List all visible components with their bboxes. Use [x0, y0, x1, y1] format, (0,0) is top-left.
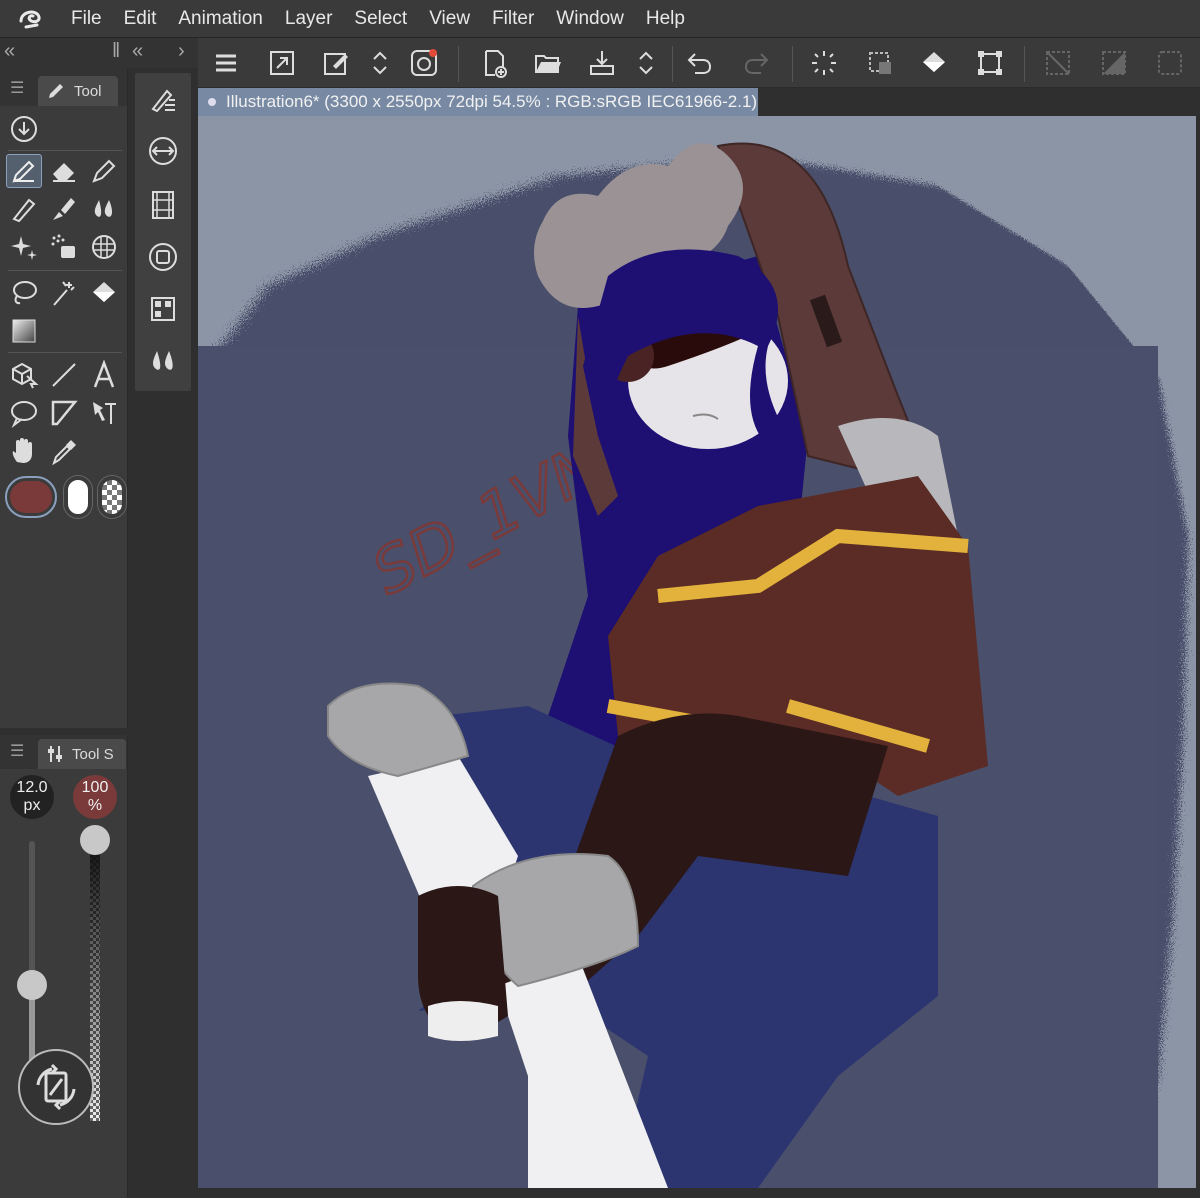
brush-icon[interactable] — [46, 192, 82, 226]
opacity-value: 100 — [81, 779, 109, 796]
invert-selection-icon[interactable] — [1094, 43, 1134, 83]
canvas-tab[interactable]: Illustration6* (3300 x 2550px 72dpi 54.5… — [198, 88, 758, 116]
blend-icon[interactable] — [86, 192, 122, 226]
magic-wand-icon[interactable] — [46, 276, 82, 310]
brush-size-value: 12.0 — [16, 779, 48, 796]
loading-spinner-icon[interactable] — [804, 43, 844, 83]
brush-size-badge[interactable]: 12.0 px — [10, 775, 54, 819]
sub-tool-strip — [135, 73, 191, 391]
collapse-left-icon[interactable]: « — [132, 40, 143, 63]
gradient-icon[interactable] — [6, 314, 42, 348]
fit-canvas-icon[interactable] — [262, 43, 302, 83]
sync-settings-button[interactable] — [18, 1049, 94, 1125]
sub-color-swatch[interactable] — [64, 476, 92, 518]
hand-icon[interactable] — [6, 434, 42, 468]
menu-help[interactable]: Help — [635, 0, 696, 38]
clear-selection-icon[interactable] — [1038, 43, 1078, 83]
canvas-bottom-strip — [198, 1188, 1200, 1198]
color-set-icon[interactable] — [143, 289, 183, 329]
brush-size-slider-knob[interactable] — [17, 970, 47, 1000]
menu-bar: File Edit Animation Layer Select View Fi… — [0, 0, 1200, 38]
sync-icon — [36, 1063, 76, 1111]
pen-icon — [49, 84, 63, 98]
tool-property-palette: ☰ Tool S 12.0 px 100 % — [0, 735, 128, 1198]
palette-menu-icon[interactable]: ☰ — [10, 78, 24, 98]
expand-right-icon[interactable]: › — [178, 40, 185, 63]
menu-layer[interactable]: Layer — [274, 0, 344, 38]
canvas-area[interactable]: SD_1VN — [198, 116, 1200, 1188]
menu-file[interactable]: File — [60, 0, 113, 38]
collapse-left-icon[interactable]: « — [4, 40, 15, 63]
line-icon[interactable] — [46, 358, 82, 392]
menu-select[interactable]: Select — [343, 0, 418, 38]
tool-property-tab-bar: ☰ Tool S — [0, 735, 127, 769]
opacity-badge[interactable]: 100 % — [73, 775, 117, 819]
timeline-film-icon[interactable] — [143, 185, 183, 225]
opacity-slider-knob[interactable] — [80, 825, 110, 855]
selection-border-icon[interactable] — [1150, 43, 1190, 83]
menu-edit[interactable]: Edit — [113, 0, 168, 38]
command-bar — [198, 38, 1200, 88]
save-icon[interactable] — [582, 43, 622, 83]
pen-icon[interactable] — [6, 154, 42, 188]
spray-icon[interactable] — [46, 230, 82, 264]
pencil-icon[interactable] — [86, 154, 122, 188]
menu-animation[interactable]: Animation — [167, 0, 274, 38]
up-down-arrows-icon[interactable] — [360, 43, 400, 83]
transform-icon[interactable] — [970, 43, 1010, 83]
tab-tool-property[interactable]: Tool S — [38, 739, 126, 769]
clip-studio-logo-icon[interactable] — [0, 0, 60, 38]
artwork: SD_1VN — [198, 116, 1200, 1188]
dock-divider-icon: ‖ — [112, 40, 121, 62]
eraser-icon[interactable] — [46, 154, 82, 188]
edit-canvas-icon[interactable] — [316, 43, 356, 83]
eyedropper-icon[interactable] — [46, 434, 82, 468]
tool-tab-bar: ☰ Tool — [0, 68, 127, 106]
open-file-icon[interactable] — [528, 43, 568, 83]
menu-filter[interactable]: Filter — [481, 0, 545, 38]
canvas-tab-title: Illustration6* (3300 x 2550px 72dpi 54.5… — [226, 92, 758, 111]
menu-view[interactable]: View — [418, 0, 481, 38]
clip-studio-assets-icon[interactable] — [404, 43, 444, 83]
main-color-fill — [10, 481, 52, 513]
layer-property-icon[interactable] — [143, 237, 183, 277]
main-color-swatch[interactable] — [5, 476, 57, 518]
undo-icon[interactable] — [680, 43, 720, 83]
tab-tool-property-label: Tool S — [72, 745, 114, 763]
grid-icon[interactable] — [86, 230, 122, 264]
up-down-arrows-icon[interactable] — [626, 43, 666, 83]
dock-strip: « ‖ « › — [0, 38, 198, 68]
tab-tool[interactable]: Tool — [38, 76, 118, 106]
download-icon[interactable] — [6, 112, 42, 146]
blend-drops-icon[interactable] — [143, 341, 183, 381]
frame-border-icon[interactable] — [46, 396, 82, 430]
sub-tool-brush-icon[interactable] — [143, 81, 183, 121]
transparent-color-swatch[interactable] — [98, 476, 126, 518]
palette-menu-icon[interactable]: ☰ — [10, 741, 24, 761]
pencil-slanted-icon[interactable] — [6, 192, 42, 226]
tab-tool-label: Tool — [74, 82, 102, 100]
brush-size-unit: px — [23, 797, 41, 814]
tool-palette: ☰ Tool — [0, 68, 128, 728]
fill-bucket-icon[interactable] — [86, 276, 122, 310]
correct-line-icon[interactable] — [86, 396, 122, 430]
selection-icon[interactable] — [860, 43, 900, 83]
redo-icon[interactable] — [736, 43, 776, 83]
menu-window[interactable]: Window — [545, 0, 635, 38]
opacity-unit: % — [87, 797, 103, 814]
3d-object-icon[interactable] — [6, 358, 42, 392]
canvas-right-edge — [1196, 116, 1200, 1188]
new-file-icon[interactable] — [474, 43, 514, 83]
speech-bubble-icon[interactable] — [6, 396, 42, 430]
navigator-icon[interactable] — [143, 131, 183, 171]
unsaved-dot-icon — [208, 98, 216, 106]
fingers — [428, 1001, 498, 1041]
fill-icon[interactable] — [914, 43, 954, 83]
sparkle-icon[interactable] — [6, 230, 42, 264]
hamburger-menu-icon[interactable] — [206, 43, 246, 83]
lasso-icon[interactable] — [6, 276, 42, 310]
text-icon[interactable] — [86, 358, 122, 392]
sliders-icon — [48, 746, 62, 762]
